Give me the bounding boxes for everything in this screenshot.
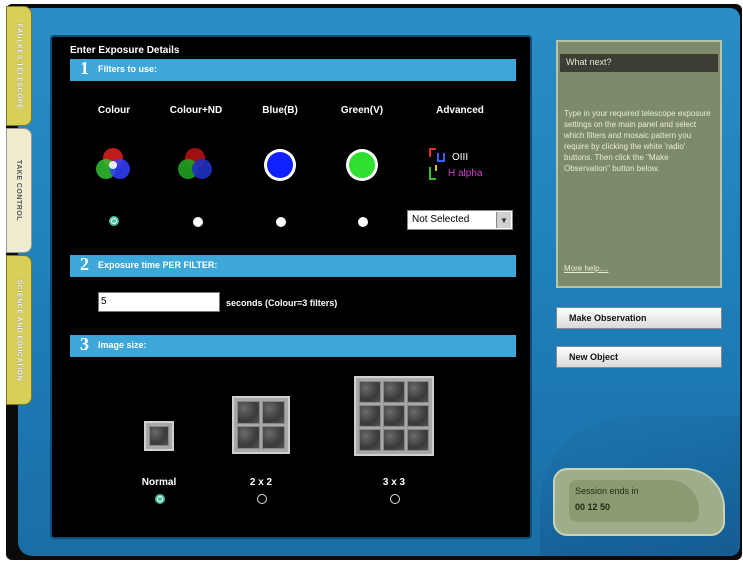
exposure-panel: Enter Exposure Details 1 Filters to use:… bbox=[52, 37, 530, 537]
section-exposure: 2 Exposure time PER FILTER: bbox=[70, 254, 516, 277]
colour-nd-filter-icon bbox=[178, 148, 212, 179]
exposure-unit-label: seconds (Colour=3 filters) bbox=[226, 298, 338, 308]
tab-label: FAULKES TELESCOPE bbox=[15, 23, 23, 109]
radio-green[interactable] bbox=[358, 217, 368, 227]
session-display: Session ends in 00 12 50 bbox=[569, 480, 699, 522]
make-observation-button[interactable]: Make Observation bbox=[556, 307, 722, 329]
section-number: 1 bbox=[80, 58, 89, 78]
section-number: 3 bbox=[80, 334, 89, 354]
section-label: Exposure time PER FILTER: bbox=[98, 260, 218, 270]
exposure-time-input[interactable]: 5 bbox=[98, 292, 220, 312]
help-heading: What next? bbox=[560, 54, 718, 72]
advanced-filter-select[interactable]: Not Selected ▼ bbox=[407, 210, 513, 230]
filter-label-colour-nd: Colour+ND bbox=[169, 105, 223, 116]
filter-label-blue: Blue(B) bbox=[262, 105, 298, 116]
help-panel: What next? Type in your required telesco… bbox=[556, 40, 722, 288]
size-label-normal: Normal bbox=[141, 477, 177, 488]
session-label: Session ends in bbox=[575, 486, 639, 496]
new-object-button[interactable]: New Object bbox=[556, 346, 722, 368]
2x2-size-thumbnail bbox=[232, 396, 290, 454]
tab-science-and-education[interactable]: SCIENCE AND EDUCATION bbox=[6, 255, 32, 405]
section-label: Image size: bbox=[98, 340, 147, 350]
size-label-2x2: 2 x 2 bbox=[249, 477, 273, 488]
tab-label: TAKE CONTROL bbox=[15, 159, 23, 222]
green-filter-icon bbox=[346, 149, 378, 181]
filter-label-advanced: Advanced bbox=[436, 105, 484, 116]
section-filters: 1 Filters to use: bbox=[70, 58, 516, 81]
session-timer: Session ends in 00 12 50 bbox=[553, 468, 725, 536]
session-time: 00 12 50 bbox=[575, 502, 611, 512]
radio-blue[interactable] bbox=[276, 217, 286, 227]
section-image-size: 3 Image size: bbox=[70, 334, 516, 357]
section-number: 2 bbox=[80, 254, 89, 274]
radio-colour[interactable] bbox=[109, 216, 119, 226]
tab-take-control[interactable]: TAKE CONTROL bbox=[6, 128, 32, 253]
oiii-label: OIII bbox=[452, 152, 469, 163]
chevron-down-icon[interactable]: ▼ bbox=[496, 212, 511, 228]
tab-faulkes-telescope[interactable]: FAULKES TELESCOPE bbox=[6, 6, 32, 126]
radio-size-2x2[interactable] bbox=[257, 494, 267, 504]
blue-filter-icon bbox=[264, 149, 296, 181]
normal-size-thumbnail bbox=[144, 421, 174, 451]
filter-label-green: Green(V) bbox=[340, 105, 384, 116]
3x3-size-thumbnail bbox=[354, 376, 434, 456]
more-help-link[interactable]: More help.... bbox=[564, 264, 608, 273]
colour-filter-icon bbox=[96, 148, 130, 179]
radio-size-3x3[interactable] bbox=[390, 494, 400, 504]
select-value: Not Selected bbox=[412, 214, 470, 225]
filter-label-colour: Colour bbox=[97, 105, 131, 116]
h-alpha-label: H alpha bbox=[448, 168, 483, 179]
radio-colour-nd[interactable] bbox=[193, 217, 203, 227]
tab-label: SCIENCE AND EDUCATION bbox=[15, 279, 23, 381]
page-title: Enter Exposure Details bbox=[70, 45, 180, 56]
app-window: FAULKES TELESCOPE TAKE CONTROL SCIENCE A… bbox=[0, 0, 743, 562]
help-text: Type in your required telescope exposure… bbox=[564, 109, 711, 173]
side-tabs: FAULKES TELESCOPE TAKE CONTROL SCIENCE A… bbox=[6, 6, 32, 406]
size-label-3x3: 3 x 3 bbox=[382, 477, 406, 488]
section-label: Filters to use: bbox=[98, 64, 158, 74]
radio-size-normal[interactable] bbox=[155, 494, 165, 504]
